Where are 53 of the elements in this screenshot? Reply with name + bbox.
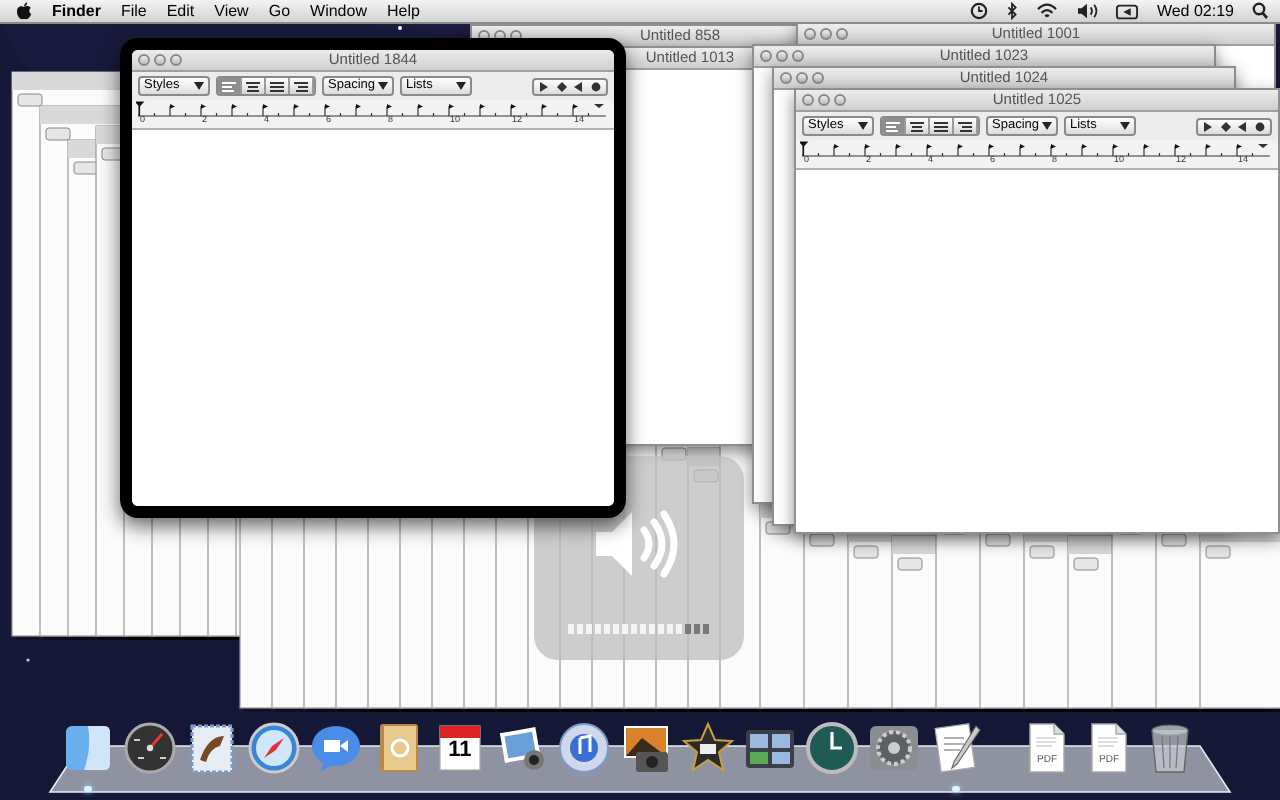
menu-item[interactable]: Edit — [166, 0, 195, 23]
caret-icon — [1120, 122, 1130, 130]
wifi-icon[interactable] — [1036, 2, 1059, 20]
menu-item[interactable]: View — [214, 0, 249, 23]
caret-icon — [1042, 122, 1052, 130]
compass-icon[interactable] — [246, 720, 302, 776]
lines-icon — [886, 121, 900, 131]
circle-icon — [589, 81, 602, 91]
menu-item[interactable]: Go — [268, 0, 291, 23]
circle-icon — [1253, 121, 1266, 131]
diamond-icon — [1219, 121, 1232, 131]
list-controls[interactable] — [1196, 117, 1272, 135]
lines-icon — [294, 81, 308, 91]
gear-icon[interactable] — [866, 720, 922, 776]
gauge-icon[interactable] — [122, 720, 178, 776]
menu-item[interactable]: File — [120, 0, 147, 23]
lines-icon — [934, 121, 948, 131]
music-disc-icon[interactable] — [556, 720, 612, 776]
alignment-button[interactable] — [242, 78, 266, 94]
triangle-icon — [1236, 121, 1249, 131]
photo-camera-icon[interactable] — [618, 720, 674, 776]
lines-icon — [222, 81, 236, 91]
star-icon[interactable] — [680, 720, 736, 776]
document-pen-icon[interactable] — [928, 720, 984, 776]
bluetooth-icon[interactable] — [1006, 2, 1019, 20]
triangle-icon — [538, 81, 551, 91]
menu-item[interactable]: Window — [310, 0, 367, 23]
display-icon[interactable] — [1116, 3, 1139, 19]
app-menu[interactable]: Finder — [52, 0, 101, 23]
lines-icon — [910, 121, 924, 131]
alignment-button[interactable] — [930, 118, 954, 134]
volume-icon[interactable] — [1076, 2, 1099, 20]
list-controls[interactable] — [532, 77, 608, 95]
search-icon[interactable] — [1252, 2, 1268, 20]
menu-clock[interactable]: Wed 02:19 — [1156, 0, 1234, 23]
caret-icon — [858, 122, 868, 130]
split-square-icon[interactable] — [60, 720, 116, 776]
diamond-icon — [555, 81, 568, 91]
lines-icon — [246, 81, 260, 91]
lines-icon — [958, 121, 972, 131]
triangle-icon — [572, 81, 585, 91]
alignment-button[interactable] — [954, 118, 978, 134]
caret-icon — [456, 82, 466, 90]
lines-icon — [270, 81, 284, 91]
speech-bubble-icon[interactable] — [308, 720, 364, 776]
alignment-button[interactable] — [290, 78, 314, 94]
alignment-button[interactable] — [906, 118, 930, 134]
caret-icon — [378, 82, 388, 90]
apple-icon[interactable] — [16, 2, 32, 20]
caret-icon — [194, 82, 204, 90]
alignment-button[interactable] — [266, 78, 290, 94]
triangle-icon — [1202, 121, 1215, 131]
menu-item[interactable]: Help — [386, 0, 420, 23]
